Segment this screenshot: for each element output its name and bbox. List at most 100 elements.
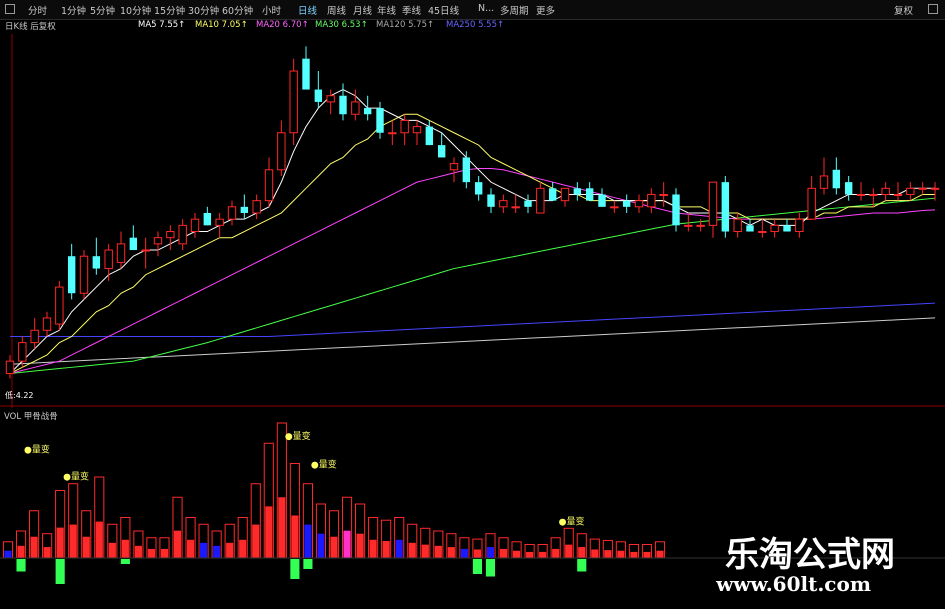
tf-multi-tab[interactable]: 多周期 — [500, 3, 529, 17]
tf-more-tab[interactable]: 更多 — [536, 3, 555, 17]
candle[interactable] — [918, 182, 927, 195]
candle[interactable] — [153, 231, 163, 257]
tf-quarter-tab[interactable]: 季线 — [402, 3, 421, 17]
candle[interactable] — [104, 243, 113, 281]
candle[interactable] — [190, 213, 200, 238]
candle[interactable] — [844, 175, 853, 201]
candle[interactable] — [795, 213, 804, 238]
candle[interactable] — [598, 188, 606, 207]
candle[interactable] — [721, 175, 730, 238]
candle[interactable] — [585, 182, 594, 201]
candle[interactable] — [215, 213, 224, 238]
candle[interactable] — [474, 175, 483, 201]
candle[interactable] — [363, 95, 372, 121]
candle[interactable] — [5, 354, 15, 379]
candle[interactable] — [166, 225, 175, 251]
tf-fenshi-tab[interactable]: 分时 — [28, 3, 47, 17]
candle[interactable] — [42, 311, 52, 337]
tf-year-tab[interactable]: 年线 — [377, 3, 396, 17]
indicator-bar — [250, 483, 261, 559]
candle[interactable] — [129, 225, 138, 251]
indicator-bar — [498, 537, 509, 559]
tf-30m-tab[interactable]: 30分钟 — [188, 3, 219, 17]
candle[interactable] — [462, 151, 471, 189]
tf-month-tab[interactable]: 月线 — [353, 3, 372, 17]
candle[interactable] — [116, 231, 126, 269]
candle[interactable] — [659, 182, 668, 207]
candle[interactable] — [560, 187, 570, 207]
candle[interactable] — [548, 182, 557, 201]
candle[interactable] — [634, 194, 644, 213]
candle[interactable] — [573, 182, 582, 201]
candle[interactable] — [314, 71, 323, 109]
candle[interactable] — [388, 120, 397, 146]
candle[interactable] — [264, 157, 274, 207]
tf-hour-tab[interactable]: 小时 — [262, 3, 281, 17]
indicator-bar — [550, 537, 561, 559]
candle[interactable] — [733, 213, 742, 238]
candle[interactable] — [758, 219, 767, 238]
candle[interactable] — [622, 194, 631, 213]
candle[interactable] — [277, 120, 286, 176]
tf-n-tab[interactable]: N... — [478, 3, 494, 14]
candle[interactable] — [856, 182, 866, 201]
adjust-mode-button[interactable]: 复权 — [894, 3, 913, 17]
indicator-bar — [615, 541, 626, 559]
candle[interactable] — [770, 219, 779, 238]
indicator-bar — [576, 533, 587, 572]
candle[interactable] — [178, 219, 187, 251]
tf-15m-tab[interactable]: 15分钟 — [154, 3, 185, 17]
candle[interactable] — [449, 157, 459, 183]
candle[interactable] — [203, 206, 212, 226]
candle[interactable] — [511, 194, 520, 213]
candle[interactable] — [524, 194, 532, 213]
candle[interactable] — [536, 182, 545, 214]
candle[interactable] — [647, 188, 656, 213]
candle[interactable] — [240, 194, 249, 220]
candle[interactable] — [141, 237, 150, 269]
candlestick-chart[interactable]: 低:4.22 — [0, 20, 945, 408]
tf-10m-tab[interactable]: 10分钟 — [120, 3, 151, 17]
candle[interactable] — [893, 182, 903, 201]
tf-week-tab[interactable]: 周线 — [327, 3, 346, 17]
tf-day-tab[interactable]: 日线 — [298, 3, 317, 17]
tf-1m-tab[interactable]: 1分钟 — [61, 3, 86, 17]
candle[interactable] — [425, 120, 434, 146]
candle[interactable] — [79, 250, 89, 300]
tf-60m-tab[interactable]: 60分钟 — [222, 3, 253, 17]
tf-5m-tab[interactable]: 5分钟 — [90, 3, 115, 17]
candle[interactable] — [339, 83, 347, 121]
candle[interactable] — [930, 182, 940, 201]
candle[interactable] — [487, 188, 495, 213]
candle[interactable] — [302, 46, 310, 90]
candle[interactable] — [807, 175, 816, 220]
candle[interactable] — [289, 58, 298, 146]
candle[interactable] — [376, 101, 384, 139]
candle[interactable] — [412, 120, 422, 146]
candle[interactable] — [437, 132, 446, 158]
candle[interactable] — [499, 194, 508, 213]
candle[interactable] — [610, 200, 619, 213]
window-restore-icon[interactable] — [928, 4, 938, 14]
indicator-bar — [81, 510, 92, 559]
candle[interactable] — [746, 219, 754, 232]
candle[interactable] — [326, 89, 335, 115]
candle[interactable] — [832, 157, 841, 195]
candle[interactable] — [906, 182, 915, 201]
indicator-bar — [94, 476, 105, 559]
window-icon[interactable] — [5, 4, 15, 14]
candle[interactable] — [55, 280, 64, 331]
candle[interactable] — [672, 188, 680, 232]
indicator-bar — [120, 517, 131, 564]
candle[interactable] — [18, 336, 27, 368]
candle[interactable] — [227, 200, 237, 226]
candle[interactable] — [67, 243, 76, 300]
candle[interactable] — [708, 181, 718, 238]
candle[interactable] — [881, 182, 890, 201]
candle[interactable] — [92, 237, 101, 275]
candle[interactable] — [30, 317, 39, 349]
candle[interactable] — [819, 157, 829, 195]
tf-45day-tab[interactable]: 45日线 — [428, 3, 459, 17]
indicator-bar — [159, 537, 170, 559]
candle[interactable] — [252, 194, 261, 220]
